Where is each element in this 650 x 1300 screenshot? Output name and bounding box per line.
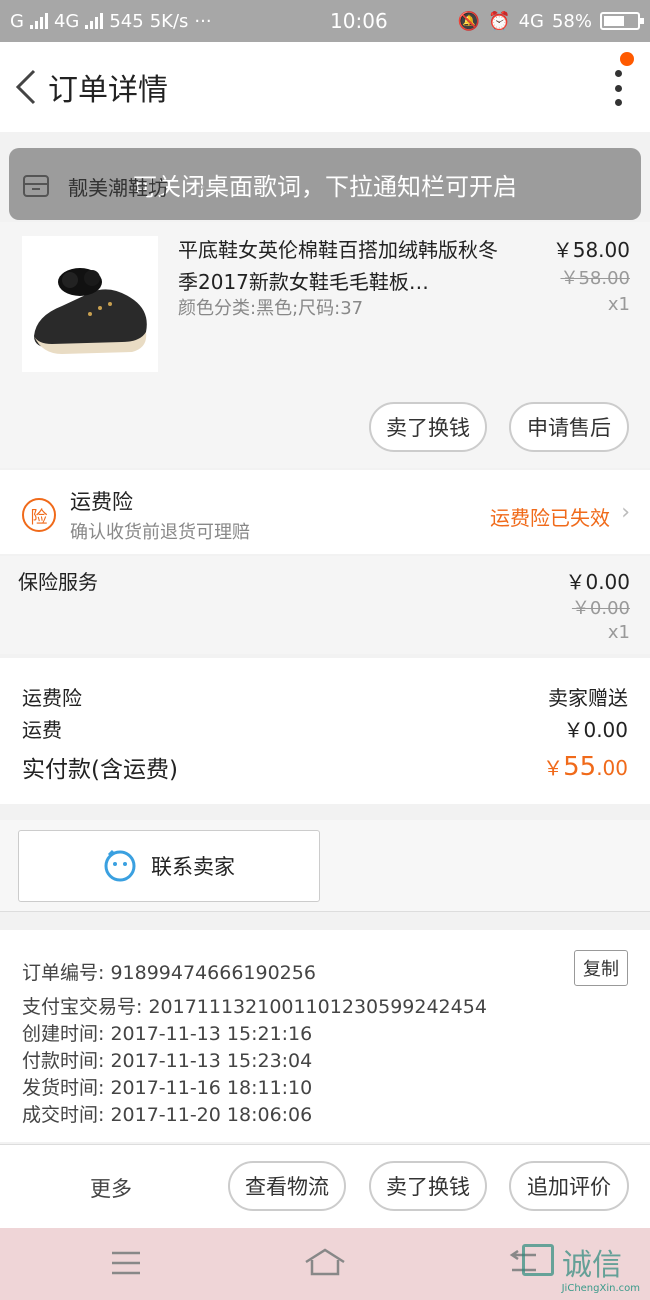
total-currency: ￥ [543, 756, 564, 780]
add-review-button[interactable]: 追加评价 [509, 1161, 629, 1211]
app-header: 订单详情 [0, 42, 650, 132]
total-label: 实付款(含运费) [22, 757, 178, 783]
battery-percent: 58% [551, 10, 592, 32]
watermark-logo-icon [522, 1244, 554, 1276]
chat-icon [104, 849, 136, 882]
summary-value: ￥0.00 [563, 718, 628, 742]
speed-value: 545 [109, 10, 144, 32]
mute-icon: 🔕 [457, 10, 481, 32]
battery-icon [600, 12, 644, 30]
signal-icon-2 [85, 13, 104, 29]
total-amount: ￥55.00 [543, 752, 628, 782]
chevron-left-icon [15, 69, 36, 105]
product-image[interactable] [22, 236, 158, 372]
insurance-status: 运费险已失效 [490, 506, 610, 530]
shipped-time: 发货时间: 2017-11-16 18:11:10 [22, 1077, 313, 1099]
logistics-button[interactable]: 查看物流 [228, 1161, 346, 1211]
created-time: 创建时间: 2017-11-13 15:21:16 [22, 1023, 313, 1045]
insurance-badge-icon: 险 [22, 498, 56, 532]
home-icon[interactable] [302, 1246, 348, 1278]
summary-key: 运费 [22, 718, 62, 742]
action-bar: 更多 查看物流 卖了换钱 追加评价 [0, 1144, 650, 1228]
carrier-label: G [10, 10, 24, 32]
watermark-domain: JiChengXin.com [561, 1283, 640, 1294]
page-title: 订单详情 [48, 73, 168, 108]
copy-button[interactable]: 复制 [574, 950, 628, 986]
product-original-price: ￥58.00 [560, 268, 630, 289]
order-number: 订单编号: 91899474666190256 [22, 962, 316, 984]
signal-icon [29, 13, 48, 29]
exchange-button-bottom[interactable]: 卖了换钱 [369, 1161, 487, 1211]
product-sku: 颜色分类:黑色;尺码:37 [178, 298, 364, 319]
paid-time: 付款时间: 2017-11-13 15:23:04 [22, 1050, 313, 1072]
watermark: 诚信 JiChengXin.com [522, 1234, 642, 1294]
menu-icon[interactable] [110, 1250, 142, 1276]
exchange-button[interactable]: 卖了换钱 [369, 402, 487, 452]
toast-message: 可关闭桌面歌词，下拉通知栏可开启 [9, 148, 641, 220]
ellipsis: ··· [194, 10, 212, 32]
network-label: 4G [53, 10, 80, 32]
contact-seller-label: 联系卖家 [151, 855, 235, 879]
insurance-service-quantity: x1 [607, 622, 630, 643]
product-price: ￥58.00 [552, 238, 630, 262]
product-title[interactable]: 平底鞋女英伦棉鞋百搭加绒韩版秋冬季2017新款女鞋毛毛鞋板… [178, 234, 498, 298]
summary-row: 运费险 卖家赠送 [22, 682, 628, 711]
system-nav-bar: 诚信 JiChengXin.com [0, 1228, 650, 1300]
summary-key: 运费险 [22, 686, 82, 710]
price-summary: 运费险 卖家赠送 运费 ￥0.00 实付款(含运费) ￥55.00 [0, 658, 650, 804]
product-section: 平底鞋女英伦棉鞋百搭加绒韩版秋冬季2017新款女鞋毛毛鞋板… 颜色分类:黑色;尺… [0, 222, 650, 468]
contact-seller-button[interactable]: 联系卖家 [18, 830, 320, 902]
more-menu-button[interactable] [612, 70, 624, 106]
order-info: 订单编号: 91899474666190256 复制 支付宝交易号: 20171… [0, 930, 650, 1142]
after-sale-button[interactable]: 申请售后 [509, 402, 629, 452]
insurance-subtitle: 确认收货前退货可理赔 [70, 522, 250, 543]
clock: 10:06 [330, 9, 388, 33]
notification-dot [620, 52, 634, 66]
completed-time: 成交时间: 2017-11-20 18:06:06 [22, 1104, 313, 1126]
total-dec: .00 [596, 756, 628, 780]
summary-value: 卖家赠送 [548, 686, 628, 710]
status-bar: G 4G 545 5K/s ··· 10:06 🔕 ⏰ 4G 58% [0, 0, 650, 42]
insurance-title: 运费险 [70, 490, 133, 514]
alipay-trade-number: 支付宝交易号: 2017111321001101230599242454 [22, 996, 487, 1018]
chevron-right-icon: › [621, 500, 630, 525]
watermark-text: 诚信 [562, 1248, 622, 1283]
contact-section: 联系卖家 [0, 820, 650, 912]
summary-row: 运费 ￥0.00 [22, 714, 628, 743]
total-int: 55 [563, 752, 597, 782]
shipping-insurance-row[interactable]: 险 运费险 确认收货前退货可理赔 运费险已失效 › [0, 470, 650, 554]
more-button[interactable]: 更多 [90, 1173, 132, 1203]
back-button[interactable] [4, 65, 48, 109]
insurance-service-row: 保险服务 ￥0.00 ￥0.00 x1 [0, 556, 650, 654]
alarm-icon: ⏰ [488, 10, 511, 32]
network-label-2: 4G [518, 10, 544, 32]
insurance-service-original-price: ￥0.00 [571, 598, 630, 619]
insurance-service-price: ￥0.00 [565, 570, 630, 594]
speed-unit: 5K/s [149, 10, 189, 32]
insurance-service-label: 保险服务 [18, 570, 98, 594]
total-row: 实付款(含运费) ￥55.00 [22, 750, 628, 784]
shoe-image [22, 236, 158, 372]
product-quantity: x1 [607, 294, 630, 315]
